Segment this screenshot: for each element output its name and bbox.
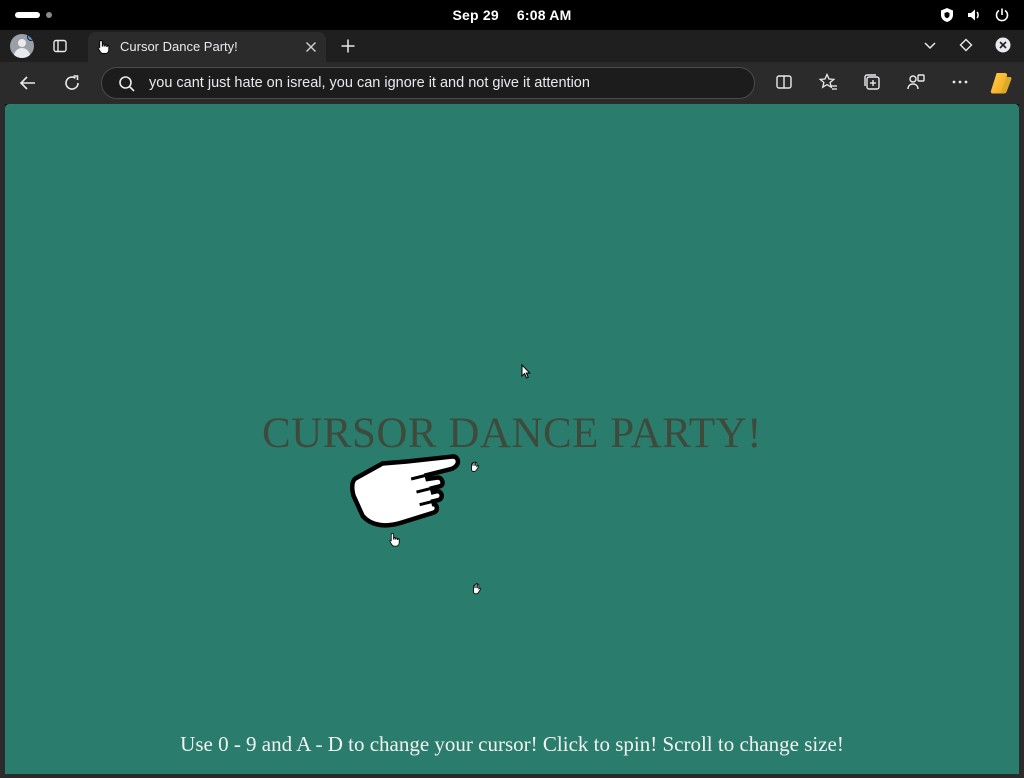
window-edge-right xyxy=(1019,104,1024,778)
tab-list-chevron-icon[interactable] xyxy=(922,37,938,53)
page-title: CURSOR DANCE PARTY! xyxy=(262,410,762,457)
clock[interactable]: Sep 29 6:08 AM xyxy=(0,0,1024,30)
browser-toolbar: you cant just hate on isreal, you can ig… xyxy=(0,62,1024,104)
status-time: 6:08 AM xyxy=(516,7,572,23)
tab-title: Cursor Dance Party! xyxy=(120,39,238,54)
close-window-icon[interactable] xyxy=(994,36,1012,54)
tab-actions-button[interactable] xyxy=(50,36,70,56)
address-bar[interactable]: you cant just hate on isreal, you can ig… xyxy=(101,67,755,99)
collections-icon[interactable] xyxy=(862,72,882,92)
close-tab-icon[interactable] xyxy=(304,40,318,54)
favorites-star-icon[interactable] xyxy=(818,72,838,92)
page-content[interactable]: CURSOR DANCE PARTY! Use 0 - 9 and A - D … xyxy=(5,104,1019,774)
back-button[interactable] xyxy=(17,72,39,94)
refresh-icon xyxy=(65,75,79,90)
tab-actions-icon xyxy=(53,39,67,53)
status-date: Sep 29 xyxy=(452,7,499,23)
new-tab-button[interactable] xyxy=(338,36,358,56)
workspace-dot xyxy=(46,12,52,18)
address-input[interactable]: you cant just hate on isreal, you can ig… xyxy=(149,68,590,98)
hand-pointer-cursor-icon xyxy=(389,533,400,547)
window-edge-bottom xyxy=(0,774,1024,778)
pointing-hand-cursor-icon xyxy=(350,454,461,528)
split-screen-icon[interactable] xyxy=(774,72,794,92)
hand-cursor-icon xyxy=(97,40,110,54)
avatar-body xyxy=(14,48,30,58)
instructions-text: Use 0 - 9 and A - D to change your curso… xyxy=(180,732,844,756)
volume-icon[interactable] xyxy=(966,7,982,23)
back-arrow-icon xyxy=(19,76,35,90)
power-icon[interactable] xyxy=(994,7,1010,23)
plus-icon xyxy=(341,39,355,53)
open-hand-cursor-icon xyxy=(473,583,482,595)
search-icon xyxy=(119,76,135,92)
sync-badge xyxy=(27,34,34,41)
os-status-bar: Sep 29 6:08 AM xyxy=(0,0,1024,30)
tab-cursor-dance-party[interactable]: Cursor Dance Party! xyxy=(88,32,326,62)
extensions-icon[interactable] xyxy=(906,72,926,92)
avatar-head xyxy=(18,39,26,47)
grab-hand-cursor-icon xyxy=(471,461,480,472)
diamond-icon[interactable] xyxy=(958,37,974,53)
profile-avatar[interactable] xyxy=(10,34,34,58)
arrow-cursor-icon xyxy=(521,364,531,379)
tab-strip: Cursor Dance Party! xyxy=(0,30,1024,62)
shield-icon[interactable] xyxy=(940,7,954,23)
copilot-icon[interactable] xyxy=(988,70,1014,96)
more-icon[interactable] xyxy=(950,72,970,92)
activities-indicator[interactable] xyxy=(15,12,40,18)
refresh-button[interactable] xyxy=(61,72,83,94)
